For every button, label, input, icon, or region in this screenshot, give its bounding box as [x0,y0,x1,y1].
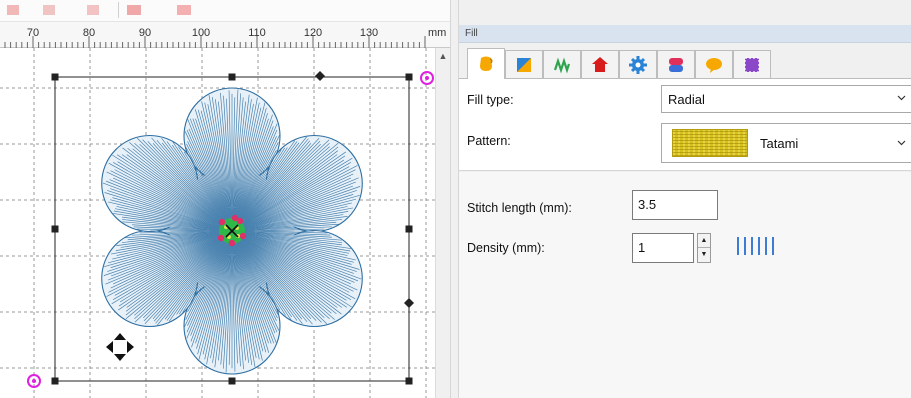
redo-icon[interactable] [42,3,58,17]
fill-type-value: Radial [668,92,705,107]
pattern-dropdown[interactable]: Tatami [661,123,911,163]
scroll-up-icon[interactable]: ▲ [438,51,448,61]
zigzag-effect-icon [553,57,571,73]
design-canvas[interactable] [0,48,435,398]
gear-icon [629,55,647,74]
tatami-pattern-swatch [672,129,748,157]
copy-icon[interactable] [86,3,102,17]
skew-handle[interactable] [315,71,325,81]
pattern-value: Tatami [760,136,799,151]
skew-handle[interactable] [404,298,414,308]
spool-icon [669,57,683,72]
fill-type-label: Fill type: [467,93,514,107]
ruler-label: 130 [359,27,379,39]
density-preview-icon [737,237,774,255]
toolbar [0,0,450,22]
panel-title: Fill [459,25,911,43]
ruler-unit: mm [428,27,447,39]
panel-splitter[interactable] [450,0,459,398]
resize-handle[interactable] [405,73,413,81]
app-window: 70 80 90 100 110 120 130 mm ▲ Fill Fill … [0,0,911,398]
house-shape-icon [592,56,608,72]
undo-icon[interactable] [6,3,22,17]
chevron-down-icon [897,95,906,101]
chevron-down-icon [897,140,906,146]
horizontal-ruler: 70 80 90 100 110 120 130 mm [0,22,450,48]
move-cursor-icon [106,333,134,361]
gradient-tab[interactable] [505,50,543,78]
resize-handle[interactable] [228,73,236,81]
rotate-handle[interactable] [420,71,434,85]
ruler-ticks [4,36,426,48]
color-tab[interactable] [657,50,695,78]
ruler-label: 80 [82,27,96,39]
spin-down-icon[interactable]: ▼ [698,248,710,262]
resize-handle[interactable] [51,225,59,233]
resize-handle[interactable] [51,377,59,385]
ruler-label: 120 [303,27,323,39]
pattern-label: Pattern: [467,134,511,148]
density-label: Density (mm): [467,241,545,255]
fill-type-dropdown[interactable]: Radial [661,85,911,113]
resize-handle[interactable] [51,73,59,81]
fill-tab[interactable] [467,48,505,79]
stitch-length-label: Stitch length (mm): [467,201,572,215]
gradient-fill-icon [517,57,531,72]
ruler-label: 90 [138,27,152,39]
resize-handle[interactable] [228,377,236,385]
speech-bubble-icon [706,57,722,73]
spin-up-icon[interactable]: ▲ [698,234,710,248]
effects-tab[interactable] [543,50,581,78]
paste-icon[interactable] [126,3,142,17]
density-spinner[interactable]: ▲ ▼ [697,233,711,263]
resize-handle[interactable] [405,377,413,385]
canvas-drawing [0,48,435,398]
select-tab[interactable] [733,50,771,78]
fill-bucket-icon [480,56,493,71]
ruler-label: 70 [26,27,40,39]
ruler-label: 110 [248,27,266,39]
delete-icon[interactable] [176,3,192,17]
settings-tab[interactable] [619,50,657,78]
density-input[interactable]: 1 [632,233,694,263]
stitch-length-input[interactable]: 3.5 [632,190,718,220]
selection-box-icon [744,56,760,73]
toolbar-divider [118,2,119,18]
vertical-scrollbar[interactable]: ▲ [435,48,450,398]
applique-tab[interactable] [581,50,619,78]
ruler-label: 100 [191,27,211,39]
resize-handle[interactable] [405,225,413,233]
fill-settings-section: Fill type: Radial Pattern: Tatami [459,79,911,171]
tooltip-tab[interactable] [695,50,733,78]
